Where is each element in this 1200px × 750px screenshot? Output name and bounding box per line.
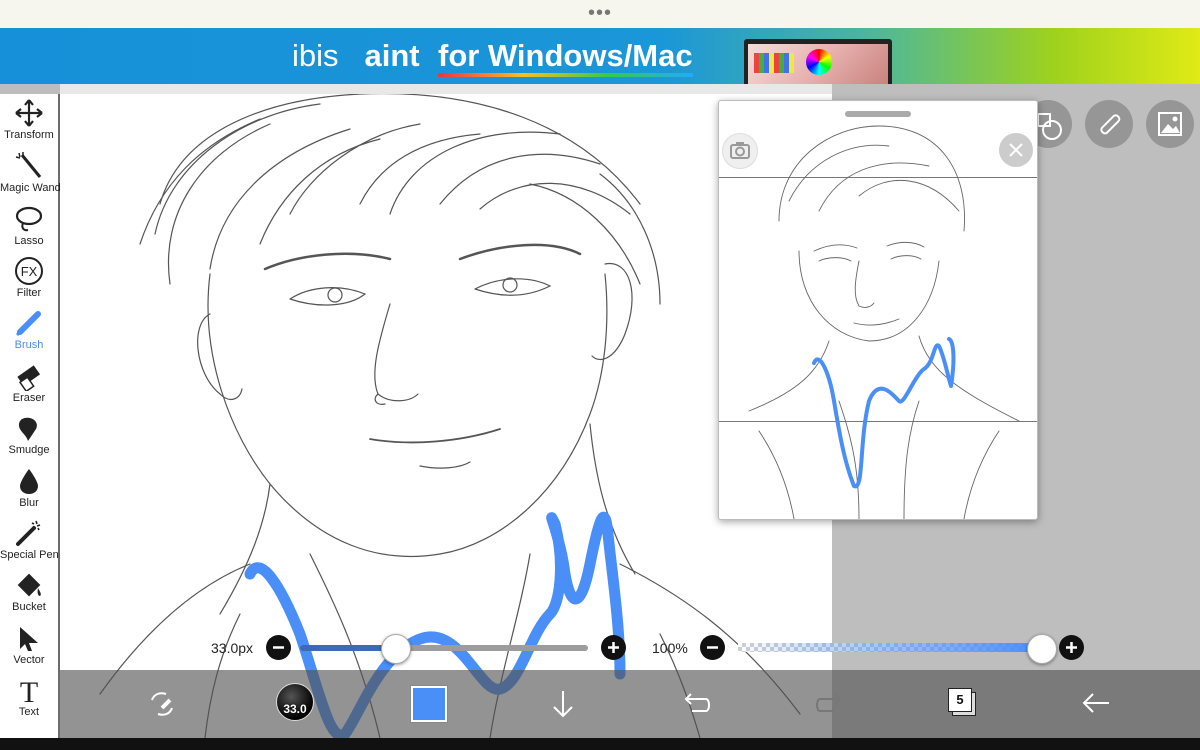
tool-transform[interactable]: Transform	[0, 98, 58, 150]
opacity-decrease-button[interactable]	[700, 635, 725, 660]
layers-button[interactable]: 5	[948, 688, 972, 712]
opacity-slider-knob[interactable]	[1027, 634, 1057, 664]
brush-size-decrease-button[interactable]	[266, 635, 291, 660]
fx-filter-icon: FX	[15, 257, 43, 285]
window-handle[interactable]: •••	[0, 0, 1200, 28]
eraser-icon	[17, 365, 41, 391]
special-pen-icon	[16, 520, 41, 546]
ruler-button[interactable]	[1085, 100, 1133, 148]
plus-icon	[1066, 642, 1077, 653]
tool-text[interactable]: T Text	[0, 675, 58, 727]
swap-tool-button[interactable]	[146, 688, 178, 720]
ruler-icon	[1100, 114, 1121, 135]
logo-prefix: ibis	[292, 38, 339, 73]
navigator-preview	[748, 125, 1020, 519]
opacity-slider[interactable]	[738, 643, 1042, 652]
brush-eraser-swap-icon	[151, 692, 173, 716]
arrow-down-icon	[553, 691, 573, 718]
arrow-left-icon	[1082, 693, 1109, 713]
banner-logo: ibis aint	[292, 38, 420, 74]
tool-eraser[interactable]: Eraser	[0, 361, 58, 413]
minus-icon	[707, 646, 718, 649]
opacity-value: 100%	[652, 640, 688, 656]
tool-blur[interactable]: Blur	[0, 466, 58, 518]
ad-banner[interactable]: ibis aint for Windows/Mac	[0, 28, 1200, 84]
undo-button[interactable]	[680, 688, 712, 718]
tool-filter[interactable]: FX Filter	[0, 256, 58, 308]
screen-bottom-edge	[0, 738, 1200, 750]
brush-size-slider[interactable]	[300, 645, 588, 651]
tool-lasso[interactable]: Lasso	[0, 204, 58, 256]
undo-icon	[684, 693, 710, 712]
tool-palette: Transform Magic Wand Lasso FX Filter Bru…	[0, 94, 61, 738]
minus-icon	[273, 646, 284, 649]
tool-bucket[interactable]: Bucket	[0, 570, 58, 622]
window-menu-dots[interactable]: •••	[588, 3, 612, 23]
banner-device-image	[744, 39, 892, 84]
redo-icon	[816, 693, 842, 712]
transform-move-icon	[15, 99, 43, 127]
svg-text:T: T	[20, 676, 38, 705]
svg-text:FX: FX	[21, 264, 38, 279]
tool-smudge[interactable]: Smudge	[0, 413, 58, 465]
brush-preview-size-label: 33.0	[283, 702, 307, 716]
layer-move-down-button[interactable]	[548, 688, 578, 720]
navigator-panel[interactable]	[718, 100, 1038, 520]
back-button[interactable]	[1080, 688, 1112, 718]
brush-size-increase-button[interactable]	[601, 635, 626, 660]
opacity-increase-button[interactable]	[1059, 635, 1084, 660]
smudge-icon	[18, 417, 37, 441]
text-icon: T	[20, 676, 38, 705]
current-color-swatch[interactable]	[411, 686, 447, 722]
magic-wand-icon	[15, 152, 42, 178]
image-icon	[1158, 112, 1182, 136]
brush-icon	[15, 311, 41, 337]
tool-magic-wand[interactable]: Magic Wand	[0, 151, 61, 203]
tool-special-pen[interactable]: Special Pen	[0, 518, 59, 570]
tool-brush[interactable]: Brush	[0, 308, 58, 360]
vector-arrow-icon	[20, 627, 38, 651]
lasso-icon	[15, 206, 43, 232]
brush-size-slider-knob[interactable]	[381, 634, 412, 664]
blur-drop-icon	[20, 469, 38, 494]
plus-icon	[608, 642, 619, 653]
redo-button[interactable]	[814, 688, 846, 718]
brush-size-value: 33.0px	[211, 640, 254, 656]
bottom-toolbar	[60, 670, 1200, 738]
image-import-button[interactable]	[1146, 100, 1194, 148]
bucket-icon	[17, 573, 41, 597]
banner-tagline: for Windows/Mac	[438, 38, 693, 77]
tool-vector[interactable]: Vector	[0, 623, 58, 675]
logo-suffix: aint	[364, 38, 420, 73]
